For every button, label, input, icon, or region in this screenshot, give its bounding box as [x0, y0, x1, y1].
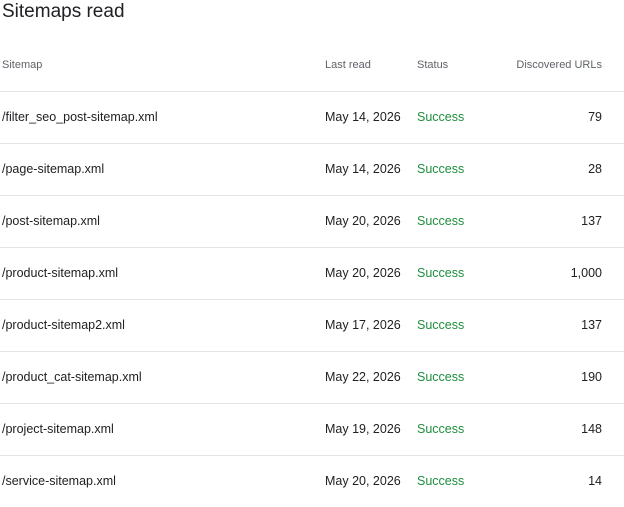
- status-badge: Success: [417, 110, 465, 124]
- table-body: /filter_seo_post-sitemap.xml May 14, 2026…: [0, 92, 624, 507]
- status-badge: Success: [417, 370, 465, 384]
- sitemaps-table: Sitemap Last read Status Discovered URLs…: [0, 40, 624, 507]
- last-read-date: May 14, 2026: [325, 162, 401, 176]
- page-title: Sitemaps read: [2, 1, 125, 22]
- status-badge: Success: [417, 474, 465, 488]
- table-row[interactable]: /service-sitemap.xml May 20, 2026 Success 1…: [0, 456, 624, 507]
- discovered-urls-count: 1,000: [570, 266, 602, 280]
- table-row[interactable]: /product_cat-sitemap.xml May 22, 2026 Succ…: [0, 352, 624, 404]
- sitemap-path: /post-sitemap.xml: [2, 214, 100, 228]
- status-badge: Success: [417, 422, 465, 436]
- status-badge: Success: [417, 162, 465, 176]
- sitemap-path: /project-sitemap.xml: [2, 422, 114, 436]
- column-header-status[interactable]: Status: [417, 40, 448, 90]
- sitemap-path: /product-sitemap.xml: [2, 266, 119, 280]
- last-read-date: May 17, 2026: [325, 318, 401, 332]
- discovered-urls-count: 28: [588, 162, 602, 176]
- table-row[interactable]: /product-sitemap.xml May 20, 2026 Success 1…: [0, 248, 624, 300]
- sitemap-path: /product_cat-sitemap.xml: [2, 370, 142, 384]
- sitemap-path: /service-sitemap.xml: [2, 474, 116, 488]
- last-read-date: May 19, 2026: [325, 422, 401, 436]
- last-read-date: May 14, 2026: [325, 110, 401, 124]
- table-row[interactable]: /product-sitemap2.xml May 17, 2026 Success…: [0, 300, 624, 352]
- sitemap-path: /product-sitemap2.xml: [2, 318, 125, 332]
- table-row[interactable]: /filter_seo_post-sitemap.xml May 14, 2026…: [0, 92, 624, 144]
- table-row[interactable]: /post-sitemap.xml May 20, 2026 Success 137: [0, 196, 624, 248]
- last-read-date: May 20, 2026: [325, 266, 401, 280]
- discovered-urls-count: 79: [588, 110, 602, 124]
- discovered-urls-count: 148: [581, 422, 602, 436]
- discovered-urls-count: 137: [581, 318, 602, 332]
- status-badge: Success: [417, 266, 465, 280]
- status-badge: Success: [417, 214, 465, 228]
- table-row[interactable]: /page-sitemap.xml May 14, 2026 Success 28: [0, 144, 624, 196]
- table-row[interactable]: /project-sitemap.xml May 19, 2026 Success 1…: [0, 404, 624, 456]
- table-header-row: Sitemap Last read Status Discovered URLs: [0, 40, 624, 92]
- last-read-date: May 22, 2026: [325, 370, 401, 384]
- last-read-date: May 20, 2026: [325, 474, 401, 488]
- sitemap-path: /page-sitemap.xml: [2, 162, 105, 176]
- column-header-last-read[interactable]: Last read: [325, 40, 371, 90]
- column-header-discovered-urls[interactable]: Discovered URLs: [516, 40, 602, 90]
- discovered-urls-count: 14: [588, 474, 602, 488]
- column-header-sitemap[interactable]: Sitemap: [2, 40, 42, 90]
- discovered-urls-count: 137: [581, 214, 602, 228]
- status-badge: Success: [417, 318, 465, 332]
- last-read-date: May 20, 2026: [325, 214, 401, 228]
- discovered-urls-count: 190: [581, 370, 602, 384]
- sitemap-path: /filter_seo_post-sitemap.xml: [2, 110, 158, 124]
